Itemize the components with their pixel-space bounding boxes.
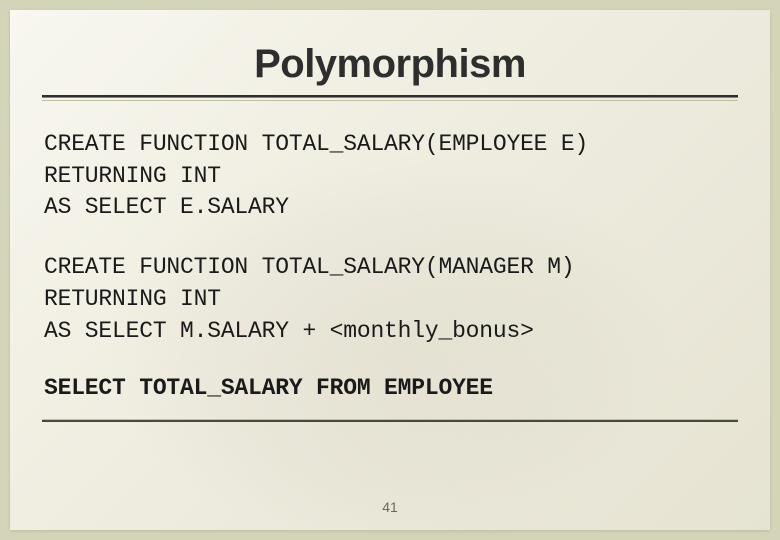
code-block-employee: CREATE FUNCTION TOTAL_SALARY(EMPLOYEE E)… xyxy=(44,129,736,224)
title-divider xyxy=(42,95,738,98)
slide-content: CREATE FUNCTION TOTAL_SALARY(EMPLOYEE E)… xyxy=(42,129,738,401)
code-block-query: SELECT TOTAL_SALARY FROM EMPLOYEE xyxy=(44,375,736,401)
page-number: 41 xyxy=(10,499,770,515)
code-block-manager: CREATE FUNCTION TOTAL_SALARY(MANAGER M) … xyxy=(44,252,736,347)
footer-divider xyxy=(42,420,738,422)
title-divider-sub xyxy=(42,100,738,101)
slide: Polymorphism CREATE FUNCTION TOTAL_SALAR… xyxy=(10,10,770,530)
slide-title: Polymorphism xyxy=(42,42,738,87)
